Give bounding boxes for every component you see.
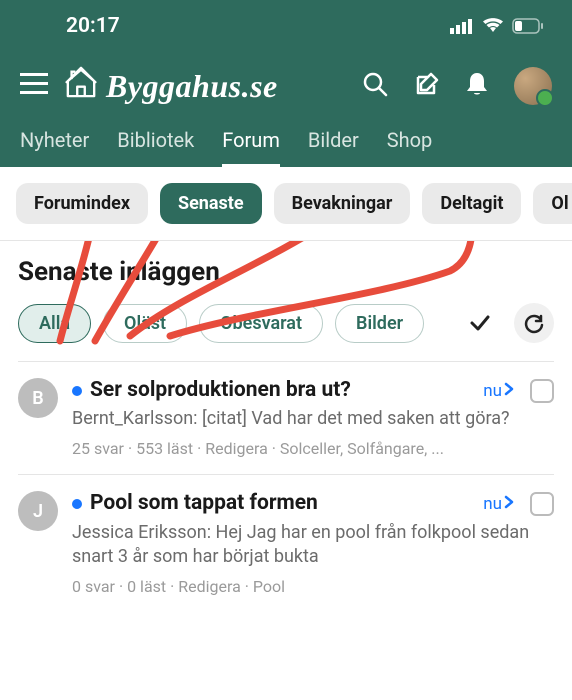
filter-alla[interactable]: Alla — [18, 304, 91, 343]
thread-time-link[interactable]: nu — [483, 494, 514, 514]
thread-title[interactable]: Ser solproduktionen bra ut? — [90, 378, 351, 403]
nav-bilder[interactable]: Bilder — [308, 128, 359, 167]
thread-excerpt: Jessica Eriksson: Hej Jag har en pool fr… — [72, 521, 554, 570]
battery-icon — [512, 18, 544, 34]
logo-text: Byggahus.se — [106, 68, 278, 105]
menu-icon[interactable] — [20, 73, 48, 99]
filter-obesvarat[interactable]: Obesvarat — [199, 304, 323, 343]
signal-icon — [450, 18, 474, 34]
subnav-overflow[interactable]: Ol — [533, 183, 572, 224]
nav-shop[interactable]: Shop — [387, 128, 433, 167]
mark-read-button[interactable] — [460, 303, 500, 343]
thread-avatar[interactable]: B — [18, 378, 58, 418]
subnav-bevakningar[interactable]: Bevakningar — [274, 183, 411, 224]
nav-nyheter[interactable]: Nyheter — [20, 128, 89, 167]
thread-checkbox[interactable] — [530, 492, 554, 516]
filter-bar: Alla Oläst Obesvarat Bilder — [18, 303, 554, 343]
house-icon — [62, 66, 100, 106]
unread-dot-icon — [72, 499, 82, 509]
thread-checkbox[interactable] — [530, 379, 554, 403]
thread-avatar[interactable]: J — [18, 491, 58, 531]
thread-excerpt: Bernt_Karlsson: [citat] Vad har det med … — [72, 407, 554, 431]
thread-meta: 0 svar · 0 läst · Redigera · Pool — [72, 577, 554, 596]
compose-icon[interactable] — [414, 71, 440, 101]
status-bar: 20:17 — [0, 0, 572, 48]
nav-bibliotek[interactable]: Bibliotek — [117, 128, 194, 167]
refresh-button[interactable] — [514, 303, 554, 343]
nav-forum[interactable]: Forum — [222, 128, 280, 167]
filter-bilder[interactable]: Bilder — [335, 304, 424, 343]
subnav-forumindex[interactable]: Forumindex — [16, 183, 148, 224]
bell-icon[interactable] — [466, 71, 488, 101]
thread-row[interactable]: B Ser solproduktionen bra ut? nu Bernt_K… — [18, 361, 554, 474]
chevron-right-icon — [504, 494, 514, 514]
filter-olast[interactable]: Oläst — [103, 304, 187, 343]
avatar[interactable] — [514, 67, 552, 105]
unread-dot-icon — [72, 386, 82, 396]
subnav-deltagit[interactable]: Deltagit — [422, 183, 521, 224]
sub-nav: Forumindex Senaste Bevakningar Deltagit … — [0, 167, 572, 241]
status-time: 20:17 — [28, 14, 120, 38]
chevron-right-icon — [504, 381, 514, 401]
subnav-senaste[interactable]: Senaste — [160, 183, 262, 224]
thread-time-link[interactable]: nu — [483, 381, 514, 401]
wifi-icon — [482, 18, 504, 34]
site-logo[interactable]: Byggahus.se — [62, 66, 278, 106]
thread-row[interactable]: J Pool som tappat formen nu Jessica Erik… — [18, 474, 554, 612]
thread-title[interactable]: Pool som tappat formen — [90, 491, 318, 516]
search-icon[interactable] — [362, 71, 388, 101]
main-nav: Nyheter Bibliotek Forum Bilder Shop — [0, 120, 572, 167]
thread-meta: 25 svar · 553 läst · Redigera · Solcelle… — [72, 439, 554, 458]
page-title: Senaste inläggen — [18, 257, 554, 287]
